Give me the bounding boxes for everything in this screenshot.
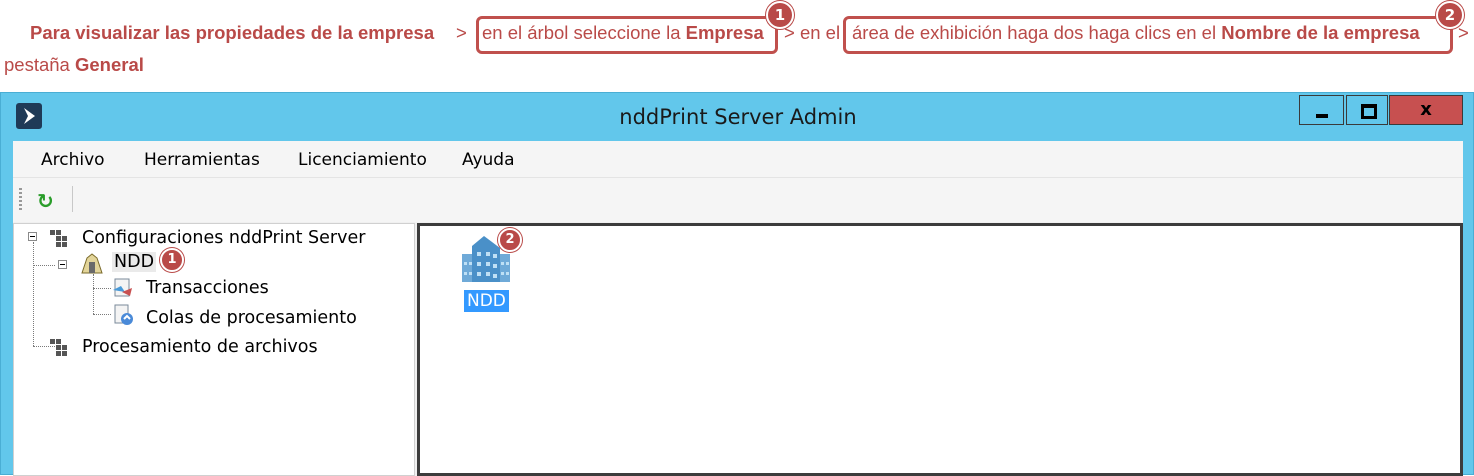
tree-item-procesamiento[interactable]: Procesamiento de archivos xyxy=(82,337,318,357)
queue-icon xyxy=(112,304,134,326)
menu-herramientas[interactable]: Herramientas xyxy=(144,150,260,170)
display-area[interactable]: 2 NDD xyxy=(417,223,1463,476)
company-name-label[interactable]: NDD xyxy=(464,290,509,312)
collapse-toggle-ndd[interactable] xyxy=(58,260,67,269)
window-title: nddPrint Server Admin xyxy=(619,105,857,129)
title-bar[interactable]: nddPrint Server Admin x xyxy=(1,93,1473,141)
tree-item-transacciones[interactable]: Transacciones xyxy=(146,278,269,298)
tree-item-colas[interactable]: Colas de procesamiento xyxy=(146,308,357,328)
menu-ayuda[interactable]: Ayuda xyxy=(462,150,515,170)
tree-line xyxy=(93,288,111,290)
building-icon xyxy=(80,252,104,274)
highlight-box-1 xyxy=(476,16,778,54)
toolbar-separator xyxy=(72,186,73,212)
toolbar-grip[interactable] xyxy=(19,188,22,210)
minimize-icon[interactable] xyxy=(1299,95,1344,125)
step-badge-1: 1 xyxy=(766,1,794,29)
grid-icon xyxy=(50,339,70,357)
tree-line xyxy=(33,242,35,346)
close-glyph: x xyxy=(1420,99,1432,120)
instruction-line-2-text: pestaña xyxy=(4,54,75,75)
app-window: nddPrint Server Admin x Archivo Herramie… xyxy=(0,92,1474,476)
close-icon[interactable]: x xyxy=(1389,95,1463,125)
instruction-line-2: pestaña General xyxy=(4,54,144,76)
tree-view[interactable]: Configuraciones nddPrint Server NDD 1 Tr… xyxy=(13,223,415,476)
tree-line xyxy=(33,265,55,267)
step-badge-2-content: 2 xyxy=(498,228,522,252)
tree-item-ndd[interactable]: NDD xyxy=(112,252,157,272)
menu-archivo[interactable]: Archivo xyxy=(41,150,105,170)
highlight-box-2 xyxy=(843,16,1453,54)
instruction-separator-1: > xyxy=(456,22,467,43)
tree-line xyxy=(93,274,95,314)
refresh-icon[interactable]: ↻ xyxy=(37,189,54,213)
step-badge-1-tree: 1 xyxy=(160,248,184,272)
collapse-toggle-root[interactable] xyxy=(28,232,37,241)
maximize-icon[interactable] xyxy=(1346,95,1388,125)
client-area: Archivo Herramientas Licenciamiento Ayud… xyxy=(13,141,1463,476)
tree-line xyxy=(93,314,111,316)
menu-bar: Archivo Herramientas Licenciamiento Ayud… xyxy=(13,141,1463,177)
instruction-separator-3: > xyxy=(1458,22,1469,43)
instruction-line-2-bold: General xyxy=(74,54,144,75)
step-badge-2: 2 xyxy=(1436,1,1464,29)
instruction-segment-1: Para visualizar las propiedades de la em… xyxy=(30,22,435,43)
instruction-separator-2: > en el xyxy=(784,22,841,43)
tree-item-root[interactable]: Configuraciones nddPrint Server xyxy=(82,228,365,248)
transactions-icon xyxy=(112,278,134,298)
menu-licenciamiento[interactable]: Licenciamiento xyxy=(298,150,427,170)
toolbar: ↻ xyxy=(13,177,1463,222)
grid-icon xyxy=(50,230,70,248)
